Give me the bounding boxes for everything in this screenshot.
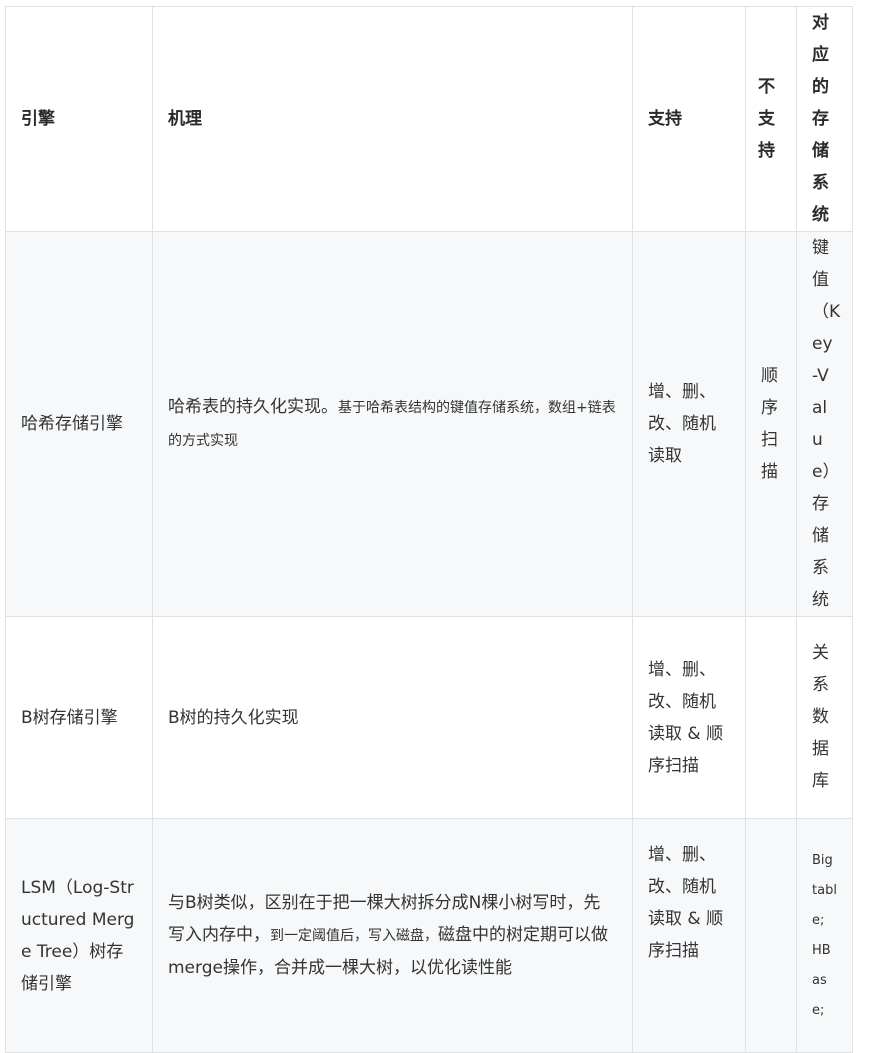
header-engine: 引擎 (5, 6, 153, 232)
cell-storage-system: 键值（Key-Value）存储系统 (796, 231, 853, 617)
cell-support: 增、删、改、随机读取 (632, 231, 746, 617)
mechanism-main-text: 哈希表的持久化实现。 (168, 397, 338, 417)
table-header-row: 引擎 机理 支持 不支持 对应的存储系统 (5, 6, 853, 232)
storage-engine-table: 引擎 机理 支持 不支持 对应的存储系统 哈希存储引擎 哈希表的持久化实现。基于… (5, 6, 853, 1053)
cell-engine: 哈希存储引擎 (5, 231, 153, 617)
cell-storage-system: Bigtable; HBase; (796, 818, 853, 1053)
cell-unsupported: 顺序扫描 (745, 231, 797, 617)
table-row: LSM（Log-Structured Merge Tree）树存储引擎 与B树类… (5, 818, 853, 1053)
cell-engine: LSM（Log-Structured Merge Tree）树存储引擎 (5, 818, 153, 1053)
cell-engine: B树存储引擎 (5, 616, 153, 819)
table-row: 哈希存储引擎 哈希表的持久化实现。基于哈希表结构的键值存储系统，数组+链表的方式… (5, 231, 853, 617)
header-support: 支持 (632, 6, 746, 232)
cell-unsupported (745, 818, 797, 1053)
cell-support: 增、删、改、随机读取 & 顺序扫描 (632, 818, 746, 1053)
header-mechanism: 机理 (152, 6, 633, 232)
mechanism-text-b: 到一定阈值后，写入磁盘， (270, 928, 438, 944)
cell-mechanism: 哈希表的持久化实现。基于哈希表结构的键值存储系统，数组+链表的方式实现 (152, 231, 633, 617)
header-storage-system: 对应的存储系统 (796, 6, 853, 232)
header-unsupported: 不支持 (745, 6, 797, 232)
cell-support: 增、删、改、随机读取 & 顺序扫描 (632, 616, 746, 819)
cell-mechanism: B树的持久化实现 (152, 616, 633, 819)
cell-storage-system: 关系数据库 (796, 616, 853, 819)
table-row: B树存储引擎 B树的持久化实现 增、删、改、随机读取 & 顺序扫描 关系数据库 (5, 616, 853, 819)
cell-unsupported (745, 616, 797, 819)
cell-mechanism: 与B树类似，区别在于把一棵大树拆分成N棵小树写时，先写入内存中，到一定阈值后，写… (152, 818, 633, 1053)
